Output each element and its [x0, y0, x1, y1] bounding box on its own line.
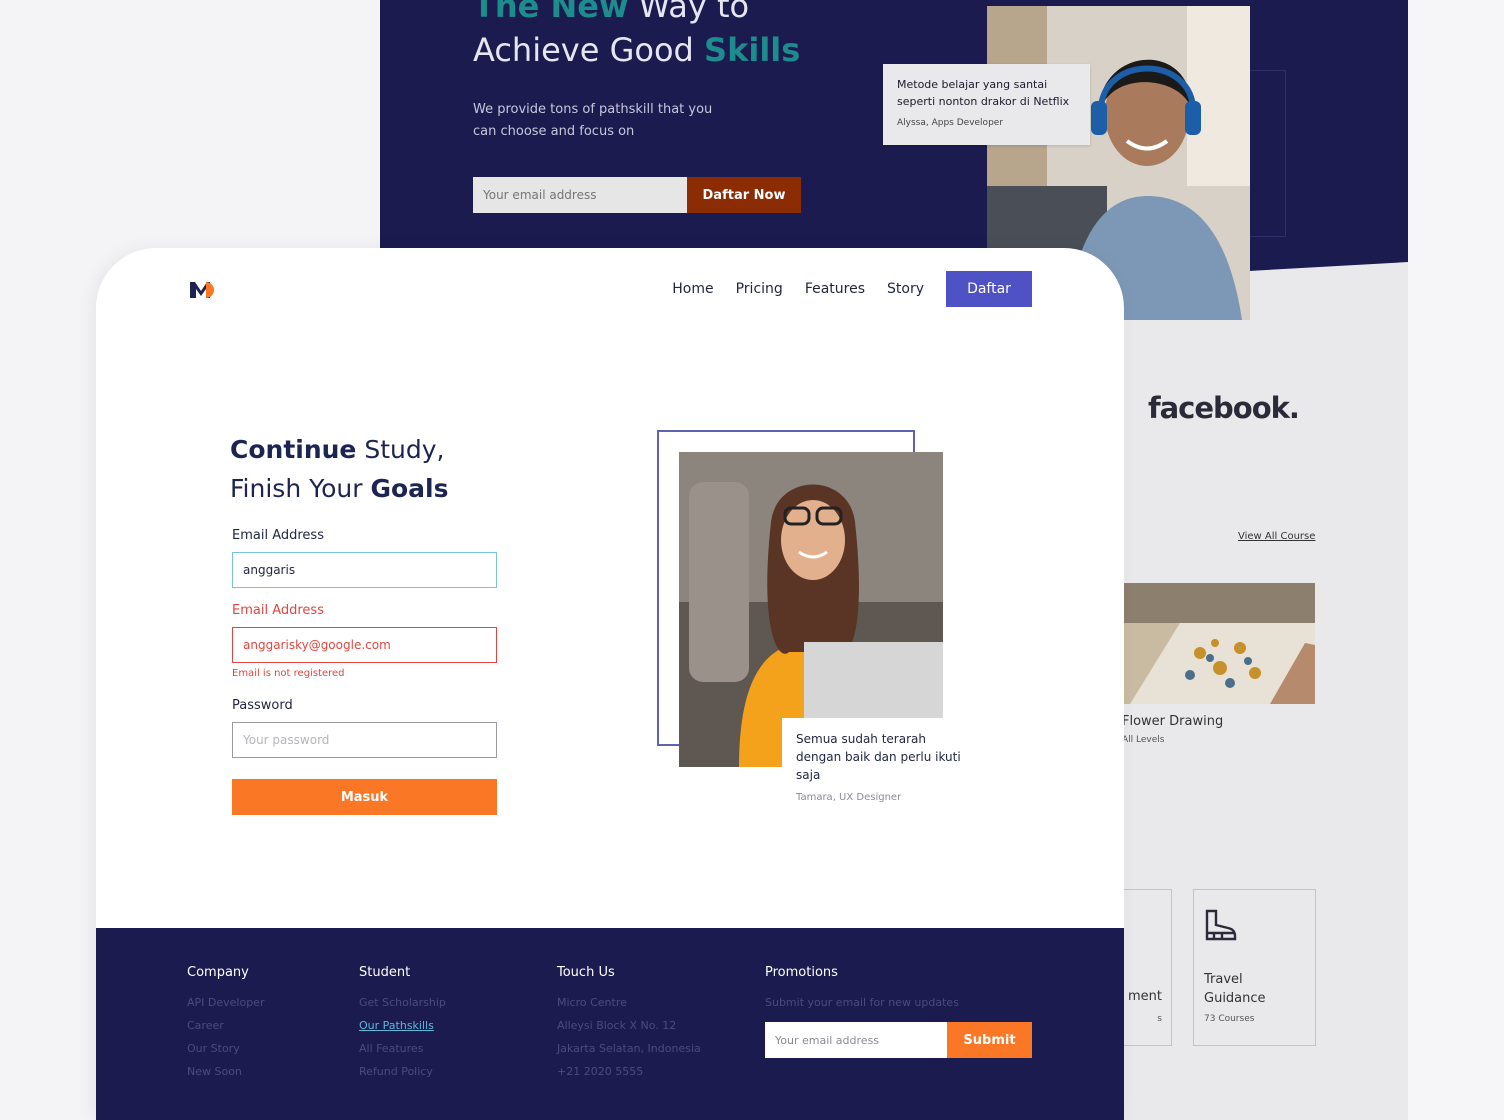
promo-email-input[interactable]: [765, 1022, 947, 1058]
category-card-title: Travel Guidance: [1204, 972, 1266, 1006]
testimonial-text: Semua sudah terarah dengan baik dan perl…: [796, 732, 961, 782]
footer-link-career[interactable]: Career: [187, 1014, 264, 1037]
password-field[interactable]: [232, 722, 497, 758]
bg-daftar-now-button[interactable]: Daftar Now: [687, 177, 801, 213]
right-margin: [1408, 0, 1504, 1120]
masuk-button[interactable]: Masuk: [232, 779, 497, 815]
footer-address-line: Alleysi Block X No. 12: [557, 1019, 677, 1032]
footer-address-line: Jakarta Selatan, Indonesia: [557, 1042, 701, 1055]
main-nav: Home Pricing Features Story Daftar: [672, 271, 1032, 307]
footer-heading: Student: [359, 965, 411, 980]
footer-link-our-story[interactable]: Our Story: [187, 1037, 264, 1060]
view-all-course-link[interactable]: View All Course: [1238, 531, 1315, 542]
email-field-error[interactable]: [232, 627, 497, 663]
nav-story[interactable]: Story: [887, 281, 924, 297]
promo-form: Submit: [765, 1022, 1032, 1058]
course-level: All Levels: [1122, 735, 1165, 745]
footer-col-company: Company API Developer Career Our Story N…: [187, 965, 264, 1083]
footer-heading: Company: [187, 965, 249, 980]
footer-link-pathskills[interactable]: Our Pathskills: [359, 1014, 446, 1037]
footer-link-refund-policy[interactable]: Refund Policy: [359, 1060, 446, 1083]
footer-link-new-soon[interactable]: New Soon: [187, 1060, 264, 1083]
login-page: Home Pricing Features Story Daftar Conti…: [96, 248, 1124, 1120]
promo-submit-button[interactable]: Submit: [947, 1022, 1032, 1058]
bg-hero-subtitle: We provide tons of pathskill that you ca…: [473, 102, 713, 139]
bg-title-accent: The New: [473, 0, 629, 25]
password-label: Password: [232, 698, 293, 713]
footer-col-touch: Touch Us Micro Centre Alleysi Block X No…: [557, 965, 701, 1083]
footer-address-line: Micro Centre: [557, 996, 627, 1009]
facebook-logo: facebook.: [1148, 391, 1300, 425]
nav-pricing[interactable]: Pricing: [736, 281, 783, 297]
footer: Company API Developer Career Our Story N…: [96, 928, 1124, 1120]
email-field[interactable]: [232, 552, 497, 588]
brand-logo-icon[interactable]: [188, 278, 216, 302]
bg-title-accent-2: Skills: [704, 31, 801, 69]
page-title: Continue Study, Finish Your Goals: [230, 430, 448, 508]
title-text-study: Study,: [356, 435, 445, 464]
nav-features[interactable]: Features: [805, 281, 865, 297]
email-error-message: Email is not registered: [232, 668, 345, 679]
bg-quote-author: Alyssa, Apps Developer: [897, 118, 1004, 128]
category-card-count: 73 Courses: [1204, 1014, 1255, 1024]
title-bold-goals: Goals: [370, 474, 449, 503]
course-title: Flower Drawing: [1122, 714, 1224, 729]
footer-link-api-developer[interactable]: API Developer: [187, 991, 264, 1014]
category-card-travel[interactable]: Travel Guidance 73 Courses: [1193, 889, 1316, 1046]
bg-quote-card: Metode belajar yang santai seperti nonto…: [883, 64, 1090, 145]
bg-title-text: Way to: [628, 0, 750, 25]
bg-title-text-2: Achieve Good: [473, 31, 705, 69]
testimonial-card: Semua sudah terarah dengan baik dan perl…: [782, 718, 982, 803]
bg-quote-text: Metode belajar yang santai seperti nonto…: [897, 78, 1070, 108]
course-thumbnail: [1120, 583, 1315, 704]
boot-icon: [1204, 908, 1238, 947]
promo-text: Submit your email for new updates: [765, 996, 959, 1009]
testimonial-author: Tamara, UX Designer: [796, 792, 902, 803]
bg-hero-title: The New Way to Achieve Good Skills: [473, 0, 800, 72]
email-label: Email Address: [232, 528, 324, 543]
footer-heading: Promotions: [765, 965, 838, 980]
title-bold-continue: Continue: [230, 435, 357, 464]
nav-home[interactable]: Home: [672, 281, 713, 297]
footer-col-student: Student Get Scholarship Our Pathskills A…: [359, 965, 446, 1083]
title-text-finish: Finish Your: [230, 474, 371, 503]
bg-hero-form: Daftar Now: [473, 177, 801, 213]
footer-link-scholarship[interactable]: Get Scholarship: [359, 991, 446, 1014]
footer-heading: Touch Us: [557, 965, 615, 980]
footer-link-all-features[interactable]: All Features: [359, 1037, 446, 1060]
email-error-label: Email Address: [232, 603, 324, 618]
footer-col-promotions: Promotions Submit your email for new upd…: [765, 965, 1032, 1058]
bg-hero-email-input[interactable]: [473, 177, 687, 213]
footer-phone: +21 2020 5555: [557, 1065, 644, 1078]
daftar-button[interactable]: Daftar: [946, 271, 1032, 307]
